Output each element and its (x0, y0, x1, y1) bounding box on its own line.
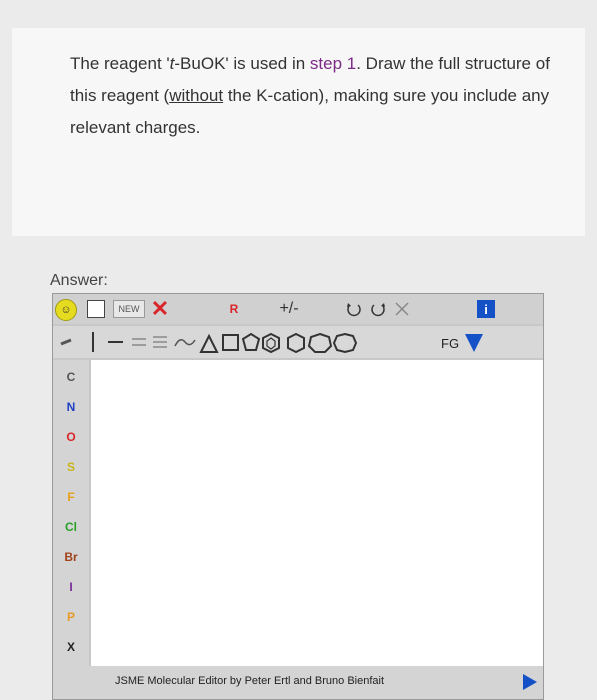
question-text: The reagent 't-BuOK' is used in step 1. … (70, 54, 550, 137)
clear-icon[interactable] (391, 298, 413, 320)
play-arrow-icon[interactable] (523, 674, 537, 690)
new-button[interactable]: NEW (113, 300, 145, 318)
fg-label[interactable]: FG (441, 336, 459, 351)
element-sidebar: C N O S F Cl Br I P X (53, 360, 89, 666)
redo-icon[interactable] (367, 298, 389, 320)
element-button-c[interactable]: C (53, 370, 89, 384)
element-button-p[interactable]: P (53, 610, 89, 624)
jsme-editor[interactable]: ☺ NEW ✕ R +/- i FG C N O S F Cl Br I P X… (52, 293, 544, 700)
step-link[interactable]: step 1 (310, 54, 356, 73)
info-icon[interactable]: i (477, 300, 495, 318)
element-button-x[interactable]: X (53, 640, 89, 654)
element-button-n[interactable]: N (53, 400, 89, 414)
bond-ring-tools[interactable]: FG (53, 326, 543, 358)
without-emphasis: without (169, 86, 224, 105)
element-button-br[interactable]: Br (53, 550, 89, 564)
r-group-button[interactable]: R (219, 298, 249, 320)
select-button[interactable] (87, 300, 105, 318)
delete-icon[interactable]: ✕ (149, 296, 171, 321)
drawing-canvas[interactable] (91, 360, 543, 666)
element-button-f[interactable]: F (53, 490, 89, 504)
editor-footer: JSME Molecular Editor by Peter Ertl and … (53, 666, 543, 699)
undo-icon[interactable] (343, 298, 365, 320)
answer-label: Answer: (50, 272, 108, 289)
editor-credit: JSME Molecular Editor by Peter Ertl and … (115, 675, 385, 687)
element-button-cl[interactable]: Cl (53, 520, 89, 534)
element-button-i[interactable]: I (53, 580, 89, 594)
charge-button[interactable]: +/- (275, 297, 303, 321)
smiley-icon[interactable]: ☺ (55, 299, 77, 321)
element-button-s[interactable]: S (53, 460, 89, 474)
r-label: R (229, 302, 239, 316)
element-button-o[interactable]: O (53, 430, 89, 444)
editor-toolbar-bonds: FG (53, 326, 543, 358)
editor-toolbar-top: ☺ NEW ✕ R +/- i (53, 294, 543, 324)
